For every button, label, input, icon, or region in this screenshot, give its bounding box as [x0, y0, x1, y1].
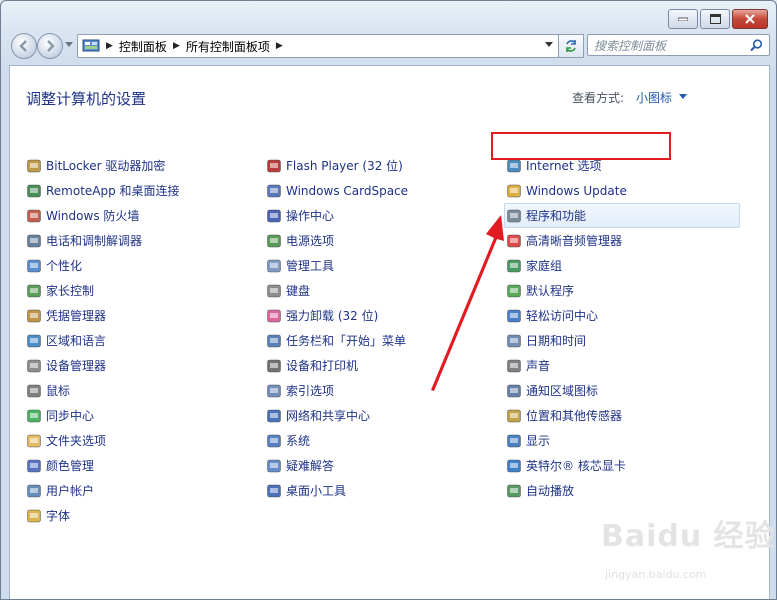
watermark-url: jingyan.baidu.com — [605, 568, 707, 581]
control-panel-window: ▶ 控制面板 ▶ 所有控制面板项 ▶ 搜索控制面板 调整计算机的设置 查看方式:… — [0, 0, 777, 600]
watermark-logo: Baidu 经验 — [601, 519, 776, 554]
